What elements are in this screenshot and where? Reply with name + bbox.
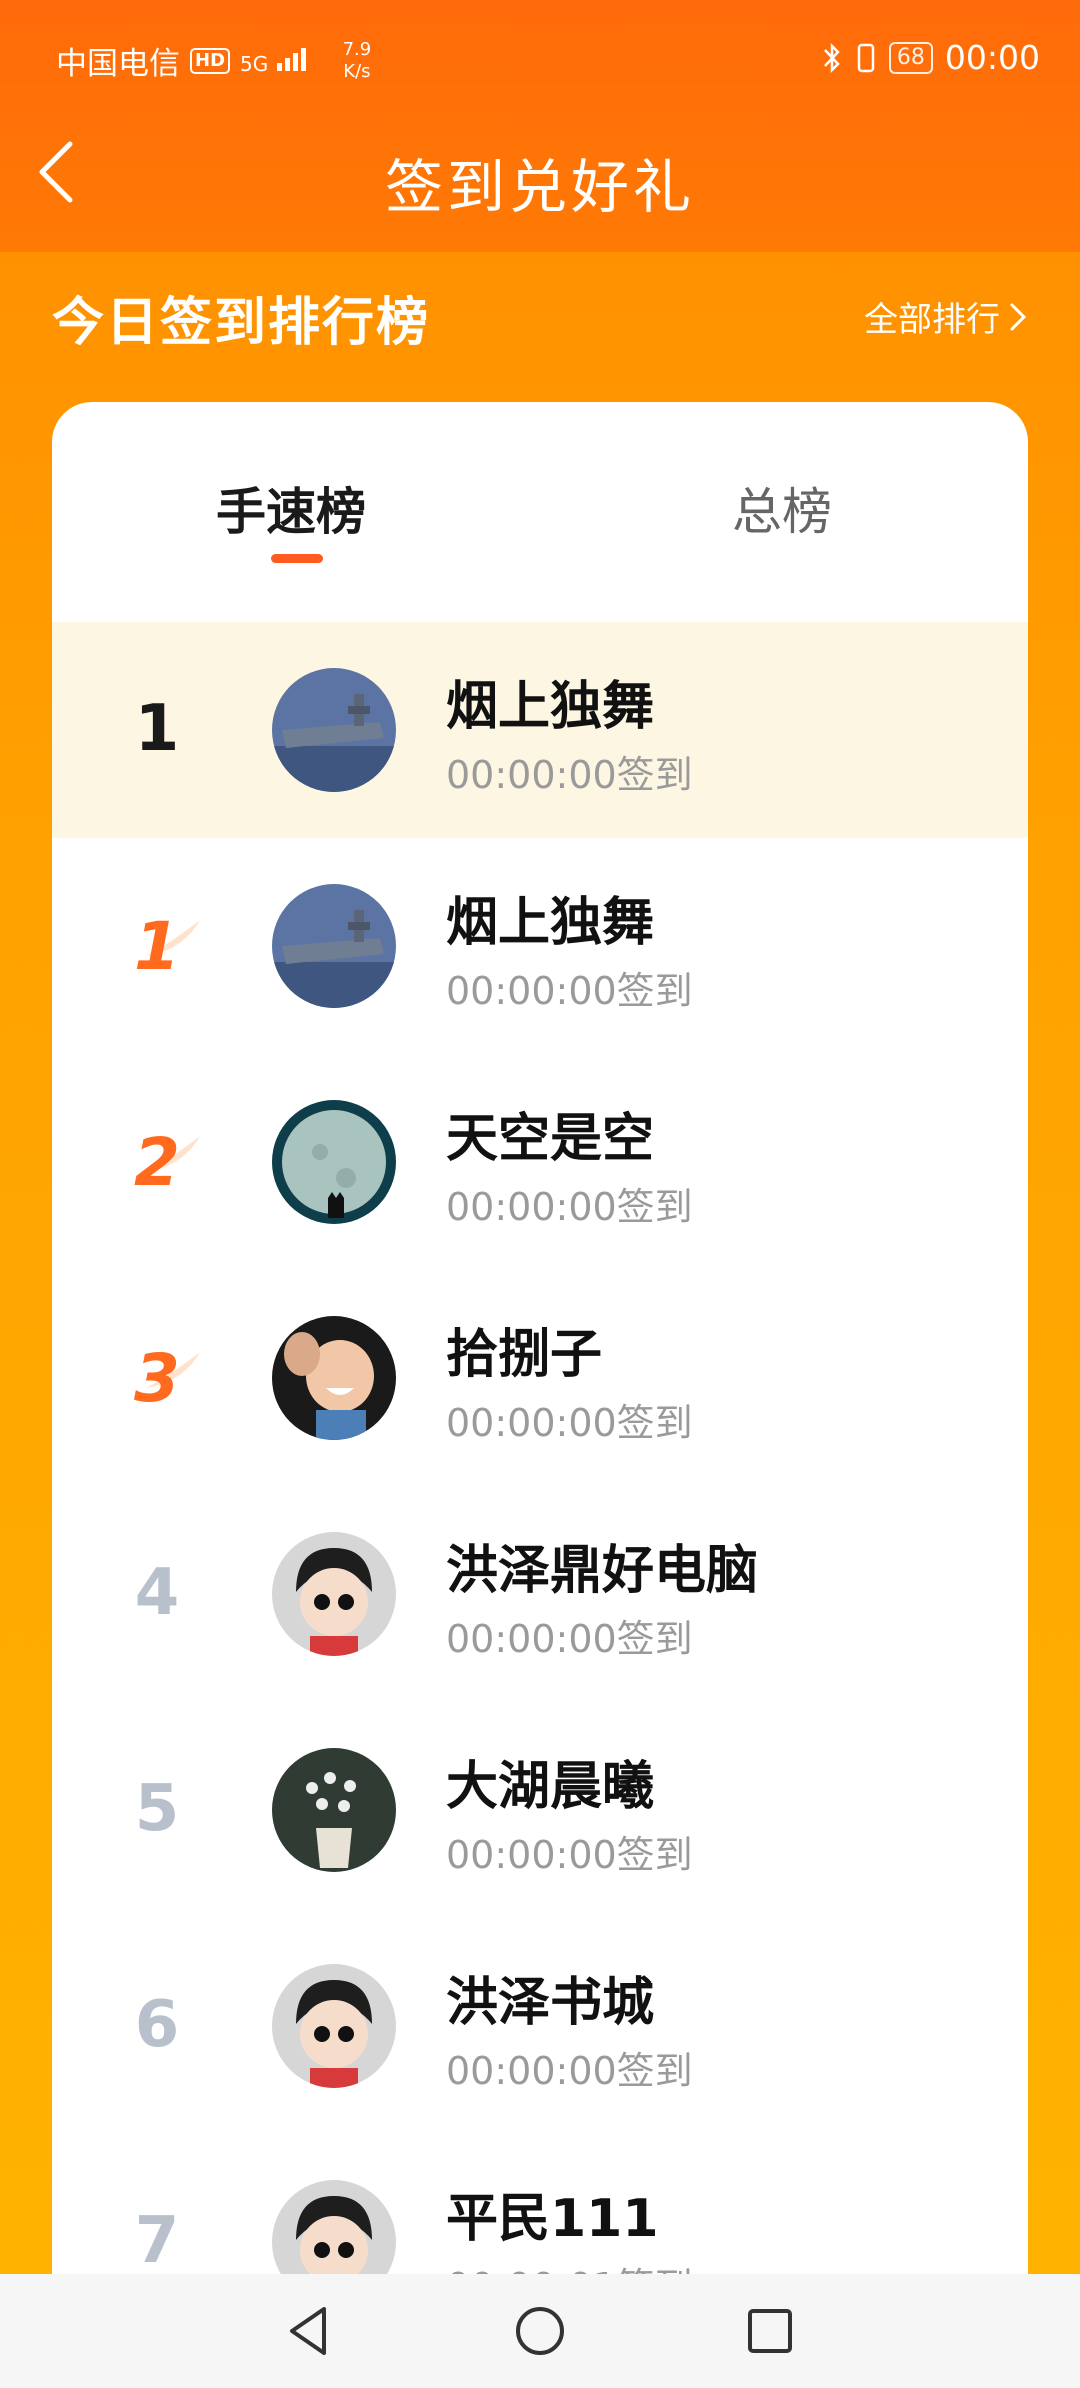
rank-number: 6 bbox=[134, 1988, 180, 2062]
nav-home-icon[interactable] bbox=[510, 2301, 570, 2361]
clock: 00:00 bbox=[944, 38, 1040, 77]
network-type: 5G bbox=[240, 52, 269, 76]
hd-badge: HD bbox=[190, 47, 231, 74]
all-ranking-label: 全部排行 bbox=[864, 300, 1000, 340]
checkin-time: 00:00:00签到 bbox=[446, 1401, 693, 1445]
ranking-card: 手速榜 总榜 1 烟上独舞 00:00:00签到 1 烟上独舞 00:00:00… bbox=[52, 402, 1028, 2388]
active-tab-indicator bbox=[271, 554, 323, 563]
rank-number: 5 bbox=[134, 1772, 180, 1846]
user-name: 烟上独舞 bbox=[446, 677, 655, 737]
checkin-time: 00:00:00签到 bbox=[446, 969, 693, 1013]
rank-number: 2 bbox=[134, 1124, 180, 1201]
tab-speed-rank[interactable]: 手速榜 bbox=[216, 472, 366, 544]
nav-recents-icon[interactable] bbox=[740, 2301, 800, 2361]
checkin-time: 00:00:00签到 bbox=[446, 1833, 693, 1877]
list-item[interactable]: 4 洪泽鼎好电脑 00:00:00签到 bbox=[52, 1486, 1028, 1702]
net-speed-unit: K/s bbox=[343, 60, 371, 82]
rank-number: 1 bbox=[134, 692, 180, 766]
cartoon-kid-avatar bbox=[272, 1532, 396, 1656]
user-name: 平民111 bbox=[446, 2189, 659, 2249]
checkin-time: 00:00:00签到 bbox=[446, 2049, 693, 2093]
list-item[interactable]: 5 大湖晨曦 00:00:00签到 bbox=[52, 1702, 1028, 1918]
carrier-label: 中国电信 bbox=[56, 46, 180, 82]
user-name: 拾捌子 bbox=[446, 1325, 603, 1385]
list-item[interactable]: 1 烟上独舞 00:00:00签到 bbox=[52, 838, 1028, 1054]
list-item[interactable]: 6 洪泽书城 00:00:00签到 bbox=[52, 1918, 1028, 2134]
net-speed: 7.9 K/s bbox=[343, 39, 372, 83]
net-speed-value: 7.9 bbox=[342, 38, 372, 60]
user-name: 烟上独舞 bbox=[446, 893, 655, 953]
bluetooth-icon bbox=[823, 42, 840, 73]
rank-number: 3 bbox=[134, 1340, 180, 1417]
status-bar: 中国电信 HD 5G 7.9 K/s 68 00:00 bbox=[0, 0, 1080, 120]
system-nav-bar bbox=[0, 2274, 1080, 2388]
user-name: 洪泽鼎好电脑 bbox=[446, 1541, 759, 1601]
checkin-time: 00:00:00签到 bbox=[446, 1185, 693, 1229]
rank-number: 7 bbox=[134, 2204, 180, 2278]
signal-icon: 5G bbox=[240, 47, 315, 74]
carrier-ship-avatar bbox=[272, 884, 396, 1008]
battery-indicator: 68 bbox=[888, 41, 933, 74]
top-bar: 中国电信 HD 5G 7.9 K/s 68 00:00 签到兑好礼 bbox=[0, 0, 1080, 252]
user-name: 洪泽书城 bbox=[446, 1973, 655, 2033]
nav-back-icon[interactable] bbox=[280, 2301, 340, 2361]
tab-total-rank[interactable]: 总榜 bbox=[732, 472, 832, 544]
checkin-time: 00:00:00签到 bbox=[446, 1617, 693, 1661]
vibrate-icon bbox=[857, 43, 875, 72]
rank-number: 1 bbox=[134, 908, 180, 985]
ranking-title: 今日签到排行榜 bbox=[52, 293, 431, 353]
user-name: 大湖晨曦 bbox=[446, 1757, 655, 1817]
rank-number: 4 bbox=[134, 1556, 180, 1630]
cartoon-kid-avatar bbox=[272, 1964, 396, 2088]
page-title: 签到兑好礼 bbox=[384, 153, 695, 221]
user-name: 天空是空 bbox=[446, 1109, 655, 1169]
header: 签到兑好礼 bbox=[0, 120, 1080, 230]
list-item[interactable]: 3 拾捌子 00:00:00签到 bbox=[52, 1270, 1028, 1486]
checkin-time: 00:00:00签到 bbox=[446, 753, 693, 797]
ranking-section-header: 今日签到排行榜 全部排行 bbox=[52, 280, 1028, 353]
flower-vase-avatar bbox=[272, 1748, 396, 1872]
my-rank-row[interactable]: 1 烟上独舞 00:00:00签到 bbox=[52, 622, 1028, 838]
baby-photo-avatar bbox=[272, 1316, 396, 1440]
carrier-ship-avatar bbox=[272, 668, 396, 792]
moon-avatar bbox=[272, 1100, 396, 1224]
all-ranking-link[interactable]: 全部排行 bbox=[864, 292, 1028, 341]
list-item[interactable]: 2 天空是空 00:00:00签到 bbox=[52, 1054, 1028, 1270]
ranking-tabs: 手速榜 总榜 bbox=[52, 402, 1028, 622]
chevron-right-icon bbox=[1010, 303, 1027, 330]
